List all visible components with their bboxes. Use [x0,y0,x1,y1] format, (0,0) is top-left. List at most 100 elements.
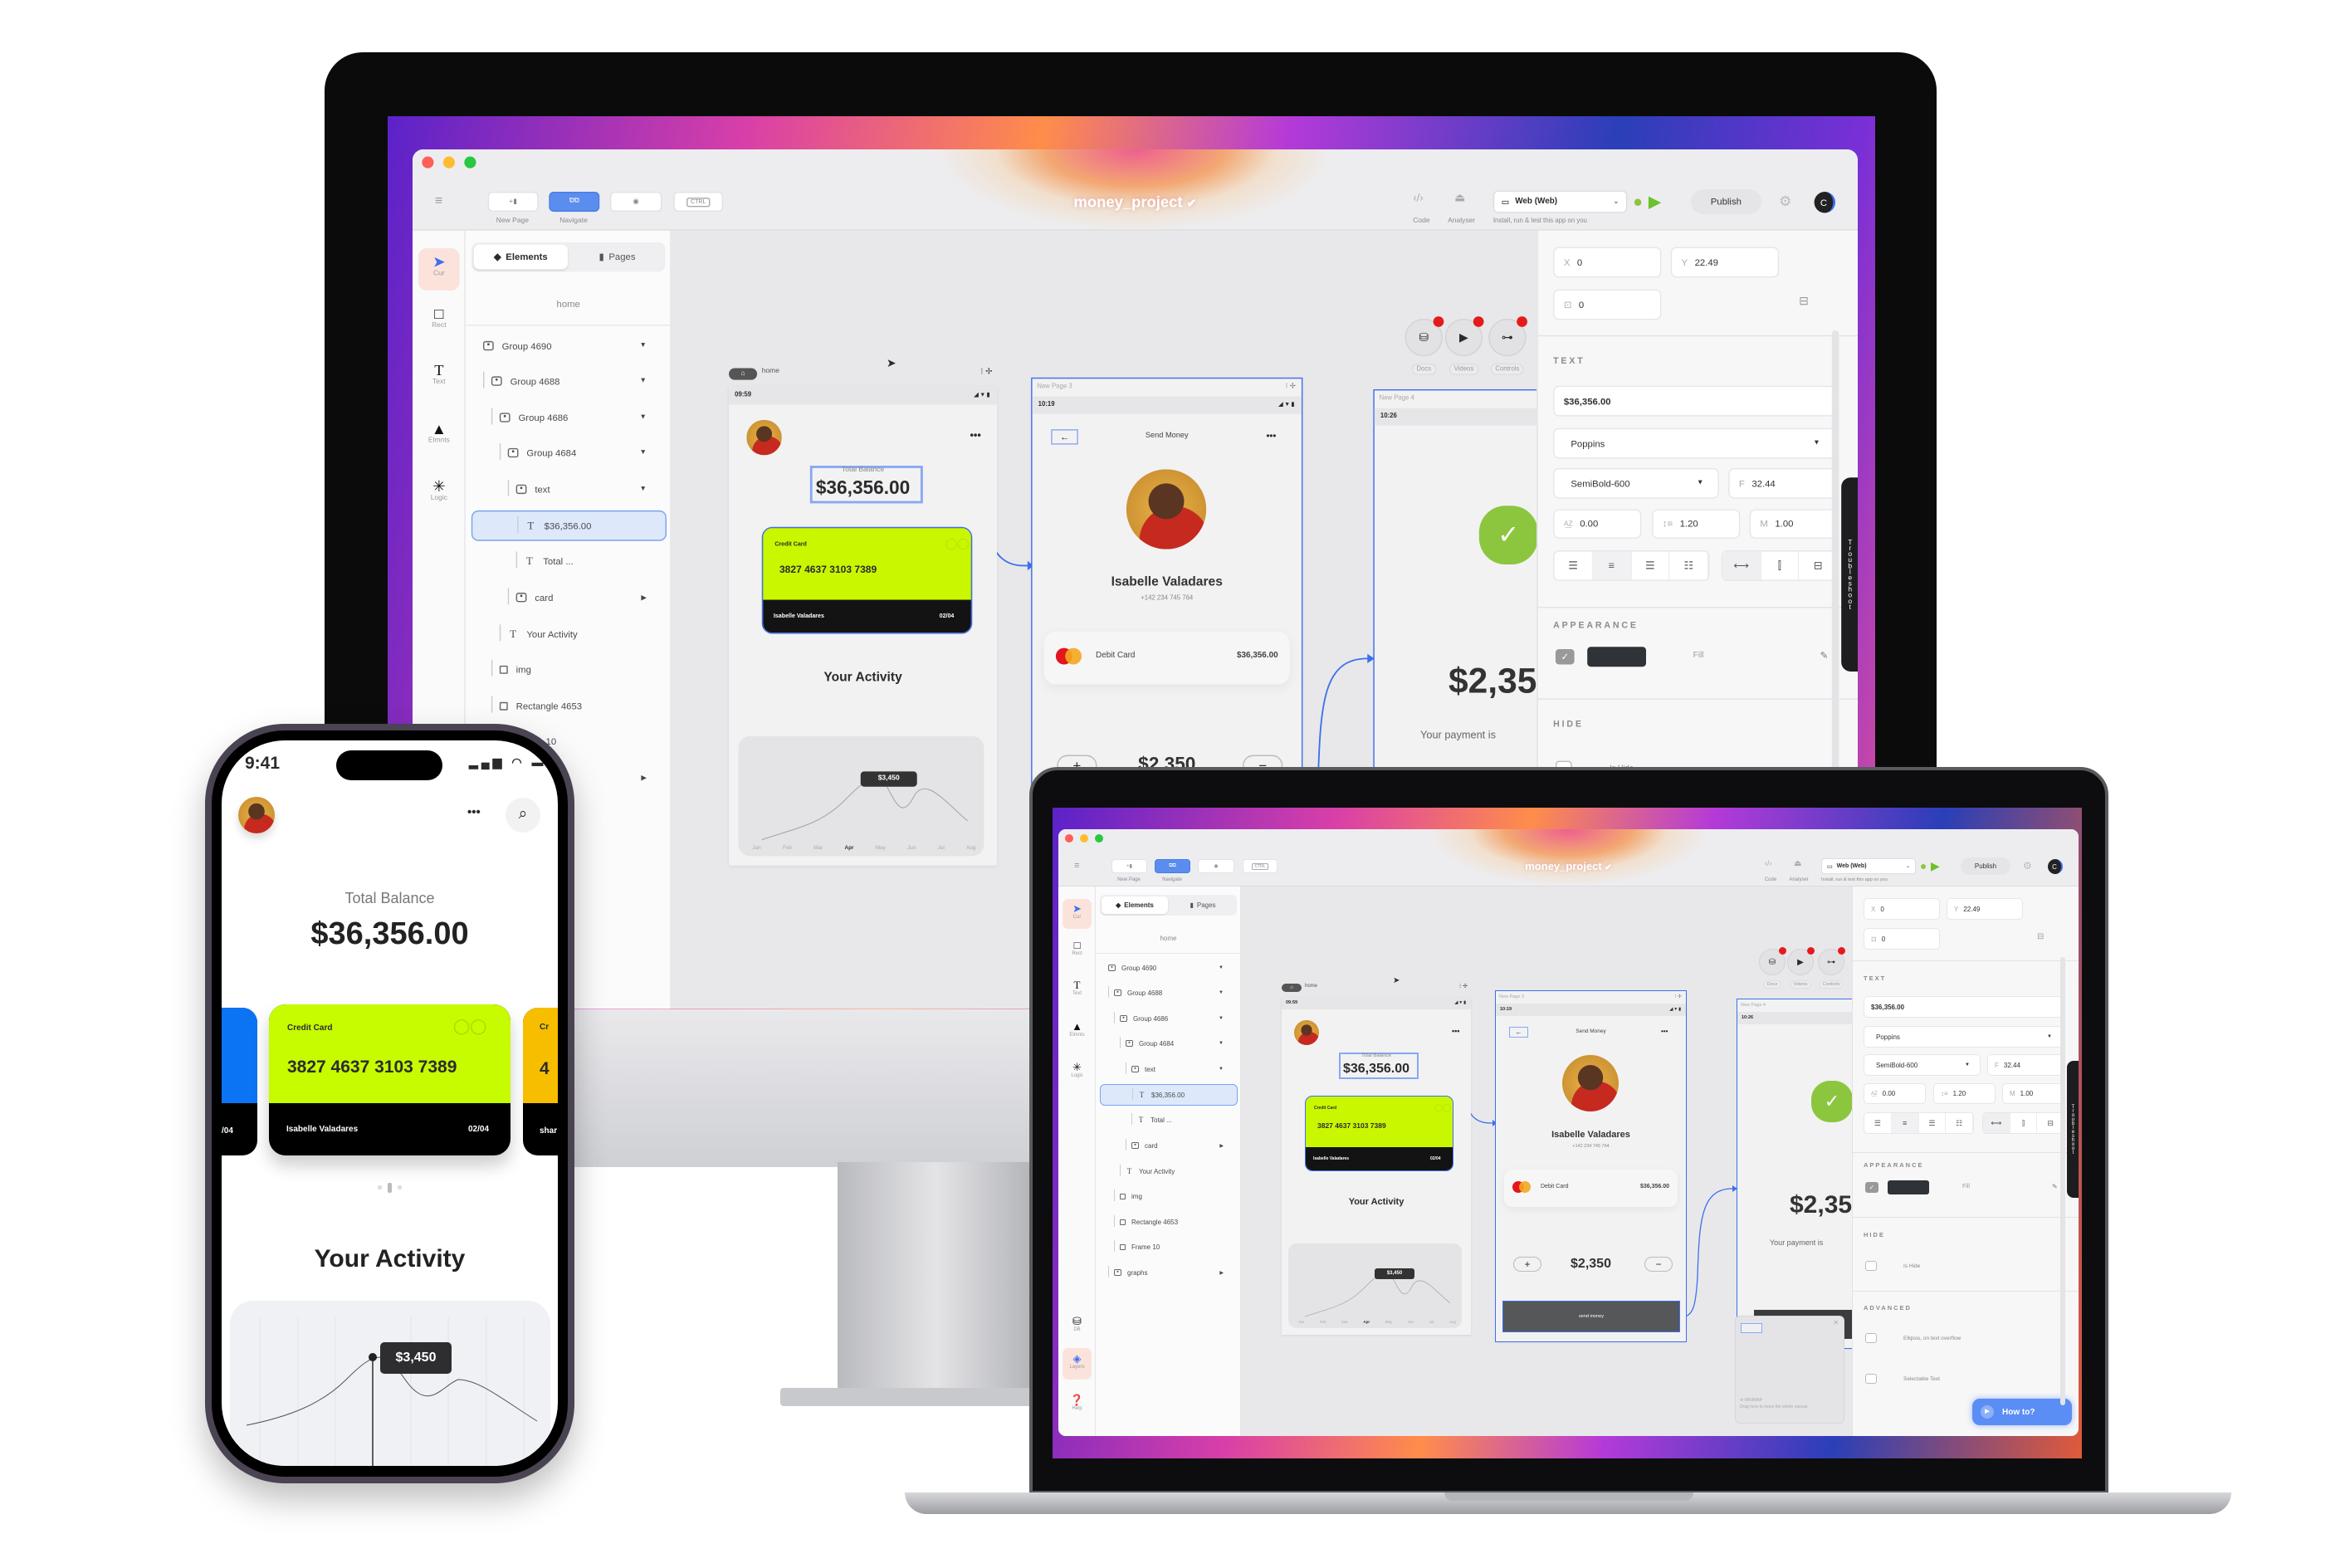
controls-button[interactable]: ⊶ [1818,947,1845,975]
vertical-align-icon[interactable]: ⫿ [1761,551,1800,580]
layer-row[interactable]: img [466,654,672,685]
layer-row[interactable]: T $36,356.00 [1100,1084,1238,1106]
vertical-align-icon[interactable]: ⫿ [2010,1113,2038,1133]
layer-row[interactable]: Rectangle 4653 [1096,1211,1241,1233]
text-tool[interactable]: T Text [1063,979,1092,997]
letter-spacing-field[interactable]: A͟Z 0.00 [1553,509,1642,539]
settings-gear-icon[interactable]: ⚙ [2023,860,2032,872]
layer-row[interactable]: ▪ Group 4684 ▼ [1096,1033,1241,1054]
fill-enabled-checkbox[interactable]: ✓ [1865,1182,1878,1193]
caret-right-icon[interactable]: ▶ [1219,1270,1224,1276]
how-to-button[interactable]: ▶ How to? [1972,1399,2072,1425]
frame-menu-icon[interactable]: ⁝ ✢ [1286,382,1296,390]
cursor-tool[interactable]: ➤ Cur [418,247,460,291]
preview-button[interactable]: ◉ [1198,859,1234,873]
logic-tool[interactable]: ✳ Logic [418,478,460,502]
align-right-icon[interactable]: ☰ [1919,1113,1947,1133]
activity-graph[interactable]: $3,450 Jan Feb Mar Apr May Jun Jul Aug [1288,1243,1462,1328]
navigate-button[interactable]: ⧉⧉ [1155,859,1190,873]
line-height-field[interactable]: ↕≡ 1.20 [1652,509,1741,539]
user-avatar[interactable]: C [2048,859,2063,874]
caret-right-icon[interactable]: ▶ [641,774,647,781]
caret-down-icon[interactable]: ▼ [639,378,646,384]
settings-gear-icon[interactable]: ⚙ [1779,193,1791,209]
home-frame[interactable]: 09:59 ◢▼▮ ••• Total Balance $36,356.00 Cr… [1282,997,1471,1335]
selectable-text-checkbox[interactable] [1865,1374,1877,1384]
caret-down-icon[interactable]: ▼ [1219,1016,1224,1021]
m-field[interactable]: M 1.00 [2002,1083,2064,1104]
layer-row[interactable]: T Total ... [466,545,672,576]
minimap[interactable]: ✕ ✣ MINIMAP Drag here to move the whole … [1735,1316,1844,1424]
pager-dot[interactable] [378,1185,382,1189]
frame-menu-icon[interactable]: ⁝ ✢ [1459,983,1468,989]
layer-row[interactable]: ▪ Group 4688 ▼ [466,366,672,397]
analyser-icon[interactable]: ⏏ [1454,192,1465,205]
docs-button[interactable]: ⛁ [1759,947,1786,975]
code-icon[interactable]: ‹/› [1765,859,1772,867]
padding-field[interactable]: ⊡ 0 [1864,928,1940,950]
spacing-toggle-icon[interactable]: ⊟ [1799,296,1809,309]
more-dots-icon[interactable]: ••• [1452,1027,1459,1035]
home-frame-label[interactable]: home [762,368,779,374]
new-page-button[interactable]: +▮ [1111,859,1147,873]
caret-down-icon[interactable]: ▼ [1219,990,1224,995]
text-content-field[interactable]: $36,356.00 [1864,996,2063,1018]
fill-color-swatch[interactable] [1587,647,1647,667]
y-field[interactable]: Y 22.49 [1947,898,2023,920]
align-left-icon[interactable]: ☰ [1555,551,1593,580]
ellipsis-checkbox[interactable] [1865,1333,1877,1343]
align-left-icon[interactable]: ☰ [1864,1113,1892,1133]
cursor-tool[interactable]: ➤ Cur [1063,899,1092,929]
fill-enabled-checkbox[interactable]: ✓ [1555,649,1575,665]
align-center-icon[interactable]: ≡ [1891,1113,1919,1133]
home-frame[interactable]: 09:59 ◢▼▮ ••• Total Balance $36,356.00 Cr… [729,387,998,866]
hamburger-menu-icon[interactable]: ≡ [1074,861,1079,871]
layer-row[interactable]: ▪ Group 4688 ▼ [1096,982,1241,1004]
layer-row[interactable]: Frame 10 [1096,1236,1241,1258]
close-window-button[interactable] [422,156,434,169]
next-card[interactable]: Cr 4 shar [523,1008,558,1155]
elements-tool[interactable]: ▲ Elmnts [1063,1021,1092,1038]
caret-down-icon[interactable]: ▼ [1219,1067,1224,1072]
pager-dot-active[interactable] [388,1183,392,1193]
minimize-window-button[interactable] [1080,834,1088,843]
padding-field[interactable]: ⊡ 0 [1553,289,1662,320]
debit-card-selector[interactable]: Debit Card $36,356.00 [1043,631,1290,685]
publish-button[interactable]: Publish [1961,857,2010,875]
align-center-icon[interactable]: ≡ [1592,551,1632,580]
close-window-button[interactable] [1065,834,1073,843]
logic-tool[interactable]: ✳ Logic [1063,1062,1092,1079]
platform-dropdown[interactable]: ▭ Web (Web) ⌄ [1492,190,1628,213]
page4-label[interactable]: New Page 4 [1379,395,1414,402]
avatar[interactable] [238,797,275,833]
tab-elements[interactable]: ◆ Elements [1102,896,1168,914]
frame-menu-icon[interactable]: ⁝ ✢ [1674,994,1682,999]
balance-amount[interactable]: $36,356.00 [729,479,997,500]
layer-row[interactable]: T Your Activity [1096,1160,1241,1182]
maximize-window-button[interactable] [1095,834,1103,843]
layer-row[interactable]: ▪ Group 4686 ▼ [466,403,672,433]
more-dots-icon[interactable]: ••• [467,805,481,819]
rect-tool[interactable]: □ Rect [1063,940,1092,957]
credit-card[interactable]: Credit Card 3827 4637 3103 7389 ◯◯ Isabe… [1305,1096,1453,1171]
hamburger-menu-icon[interactable]: ≡ [435,194,442,208]
layer-row[interactable]: ▪ graphs ▶ [1096,1262,1241,1283]
activity-graph[interactable]: $3,450 [230,1301,550,1466]
fit-width-icon[interactable]: ⟷ [1722,551,1761,580]
credit-card[interactable]: Credit Card 3827 4637 3103 7389 ◯◯ Isabe… [269,1004,511,1155]
page3-label[interactable]: New Page 3 [1037,383,1072,390]
caret-down-icon[interactable]: ▼ [639,342,646,349]
page3-frame[interactable]: New Page 3 ⁝ ✢ 10:19 ◢▼▮ ← Send Money ••• … [1495,990,1687,1342]
docs-button[interactable]: ⛁ [1405,316,1444,357]
font-family-select[interactable]: Poppins ▼ [1864,1026,2063,1048]
align-justify-icon[interactable]: ☷ [1670,551,1709,580]
eyedropper-icon[interactable]: ✎ [1820,650,1828,661]
credit-card[interactable]: Credit Card 3827 4637 3103 7389 ◯◯ Isabe… [761,526,973,634]
troubleshoot-tab[interactable]: Troubleshoot [2067,1061,2079,1198]
page3-label[interactable]: New Page 3 [1499,994,1524,999]
font-weight-select[interactable]: SemiBold-600 ▼ [1864,1054,1981,1076]
x-field[interactable]: X0 [1864,898,1940,920]
fit-width-icon[interactable]: ⟷ [1983,1113,2010,1133]
maximize-window-button[interactable] [464,156,476,169]
search-icon[interactable]: ⌕ [506,798,540,833]
